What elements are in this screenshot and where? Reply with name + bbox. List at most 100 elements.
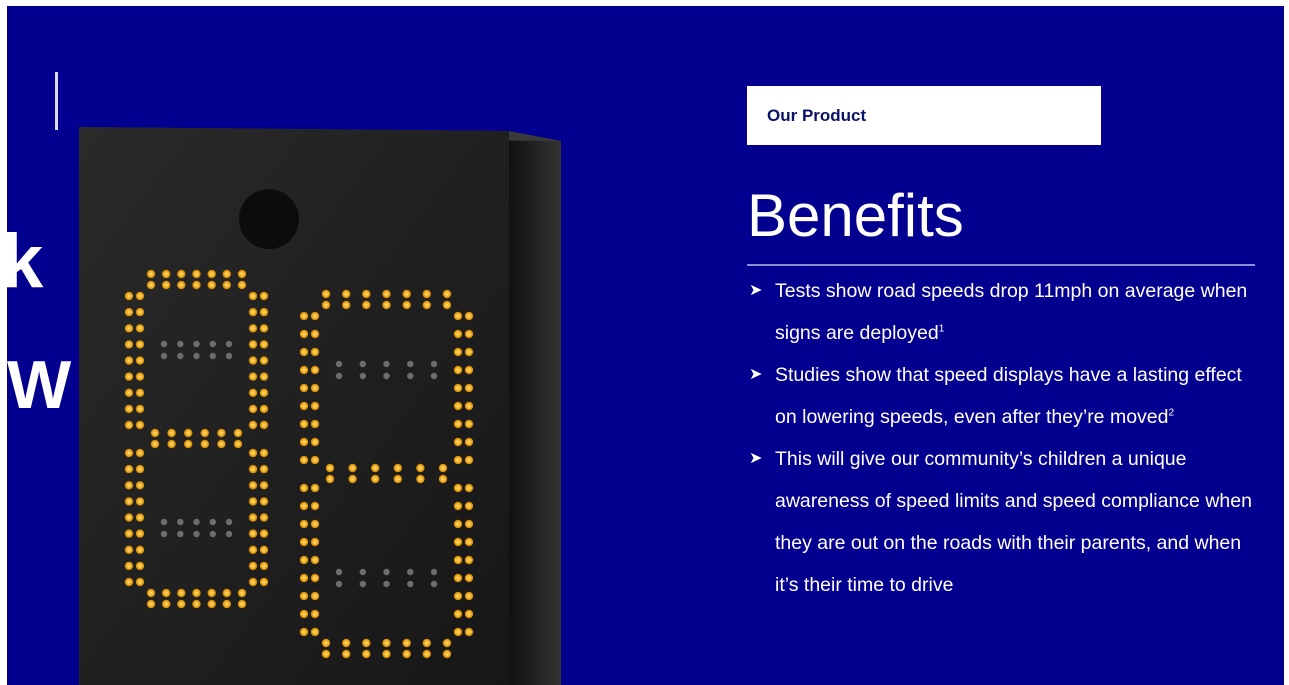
led-dot (453, 419, 463, 429)
led-dot (299, 455, 309, 465)
led-dot (135, 372, 145, 381)
led-dot (177, 599, 186, 609)
led-dot (422, 300, 431, 310)
led-dot (135, 545, 145, 554)
led-dot (209, 352, 216, 360)
led-dot (124, 561, 134, 571)
led-dot (167, 439, 176, 449)
led-dot (299, 573, 309, 583)
led-dot (382, 638, 391, 648)
led-dot (177, 530, 184, 538)
led-dot (135, 324, 145, 333)
led-dot (160, 518, 168, 526)
led-dot (124, 448, 134, 458)
led-dot (124, 340, 134, 349)
led-dot (453, 591, 463, 601)
led-dot (382, 649, 391, 659)
led-dot (464, 311, 474, 321)
led-dot (193, 518, 200, 526)
led-dot (362, 649, 371, 659)
led-dot (310, 555, 320, 565)
led-dot (167, 428, 176, 438)
led-dot (193, 530, 200, 538)
led-dot (310, 609, 320, 619)
led-dot (430, 372, 438, 380)
led-dot (160, 530, 168, 538)
led-dot (248, 513, 258, 522)
led-dot (442, 300, 452, 310)
led-dot (310, 311, 320, 321)
led-dot (207, 269, 216, 279)
speed-sign-image (69, 119, 569, 685)
led-dot (124, 529, 134, 538)
led-dot (464, 501, 474, 511)
led-dot (407, 360, 414, 368)
led-dot (407, 372, 414, 380)
led-dot (321, 649, 331, 659)
led-dot (248, 448, 258, 458)
led-dot (359, 360, 366, 368)
led-dot (259, 561, 269, 571)
led-dot (135, 420, 145, 430)
led-dot (192, 588, 201, 598)
led-dot (124, 513, 134, 522)
led-dot (146, 599, 156, 609)
led-dot (124, 372, 134, 381)
led-dot (222, 599, 231, 609)
led-dot (150, 439, 160, 449)
led-dot (464, 329, 474, 339)
led-dot (217, 439, 226, 449)
led-dot (193, 340, 200, 348)
led-dot (453, 573, 463, 583)
list-item: ➤ This will give our community’s childre… (747, 438, 1257, 606)
led-dot (135, 577, 145, 587)
led-dot (124, 481, 134, 490)
led-dot (184, 428, 193, 438)
led-dot (259, 356, 269, 365)
led-dot (150, 428, 160, 438)
led-dot (259, 448, 269, 458)
led-dot (124, 324, 134, 333)
led-dot (464, 483, 474, 493)
led-dot (222, 588, 231, 598)
led-dot (310, 627, 320, 637)
led-dot (135, 464, 145, 474)
led-dot (225, 518, 233, 526)
led-dot (299, 483, 309, 493)
led-dot (248, 291, 258, 301)
led-dot (135, 561, 145, 571)
led-dot (393, 463, 402, 473)
left-divider (55, 72, 58, 130)
sign-housing-side (509, 131, 561, 685)
led-dot (310, 365, 320, 375)
led-dot (299, 537, 309, 547)
led-dot (259, 481, 269, 490)
led-dot (464, 573, 474, 583)
led-dot (299, 519, 309, 529)
led-dot (233, 439, 243, 449)
led-dot (325, 474, 335, 484)
led-dot (177, 588, 186, 598)
led-dot (233, 428, 243, 438)
led-dot (359, 580, 366, 588)
led-dot (393, 474, 402, 484)
led-dot (135, 404, 145, 414)
led-dot (464, 591, 474, 601)
led-dot (453, 609, 463, 619)
led-dot (335, 568, 343, 576)
led-dot (200, 439, 209, 449)
led-dot (442, 638, 452, 648)
led-dot (362, 638, 371, 648)
led-dot (348, 474, 357, 484)
led-dot (402, 638, 411, 648)
led-dot (422, 289, 431, 299)
led-dot (248, 356, 258, 365)
led-dot (430, 360, 438, 368)
led-dot (124, 497, 134, 506)
led-dot (135, 448, 145, 458)
led-dot (259, 388, 269, 397)
led-dot (135, 529, 145, 538)
led-dot (383, 580, 390, 588)
led-dot (237, 588, 247, 598)
section-tag-label: Our Product (767, 105, 867, 125)
